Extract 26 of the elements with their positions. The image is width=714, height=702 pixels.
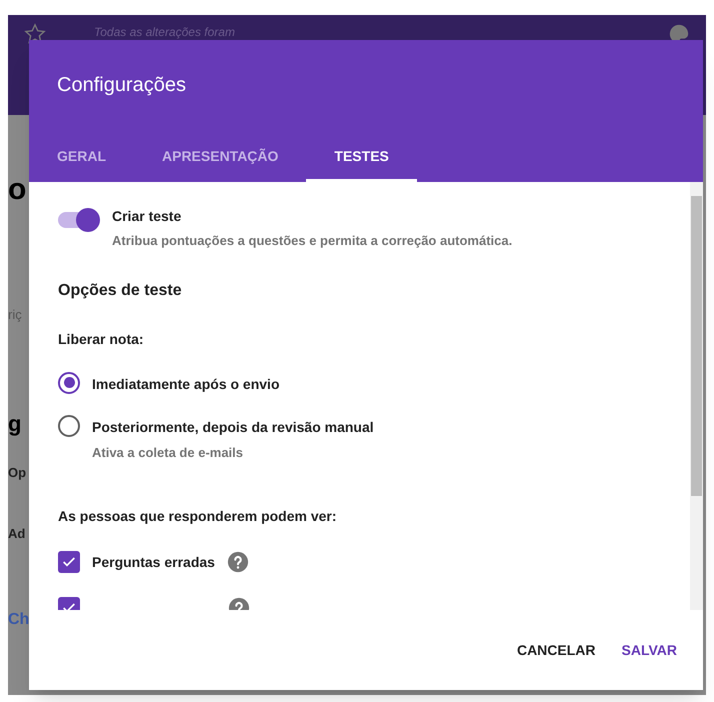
- option-label: Op: [8, 464, 26, 482]
- help-icon[interactable]: [226, 551, 249, 573]
- form-title: o: [8, 175, 26, 205]
- tab[interactable]: APRESENTAÇÃO: [134, 134, 306, 182]
- radio-button[interactable]: [58, 414, 80, 436]
- visibility-label: As pessoas que responderem podem ver:: [58, 507, 338, 526]
- release-label: Liberar nota:: [58, 330, 145, 348]
- radio-sublabel: Ativa a coleta de e-mails: [92, 444, 244, 462]
- radio-label: Imediatamente após o envio: [92, 374, 280, 394]
- cancel-button[interactable]: CANCELAR: [504, 632, 608, 668]
- tab[interactable]: GERAL: [29, 134, 134, 182]
- radio-button[interactable]: [58, 372, 80, 394]
- star-icon[interactable]: [24, 23, 46, 45]
- section-title: Opções de teste: [58, 280, 183, 300]
- toggle-description: Atribua pontuações a questões e permita a correção automática.: [112, 232, 512, 250]
- checkbox[interactable]: [58, 551, 80, 573]
- section-heading: g: [8, 412, 22, 434]
- save-status: Todas as alterações foram: [94, 24, 236, 41]
- radio-label: Posteriormente, depois da revisão manual: [92, 418, 374, 437]
- dialog-title: Configurações: [56, 73, 187, 98]
- option-label: Ad: [8, 525, 26, 543]
- toggle-label: Criar teste: [112, 207, 182, 226]
- scrollbar[interactable]: [690, 182, 703, 610]
- checkbox-label: Perguntas erradas: [92, 552, 215, 572]
- tab[interactable]: TESTES: [306, 134, 417, 182]
- save-button[interactable]: SALVAR: [610, 632, 689, 668]
